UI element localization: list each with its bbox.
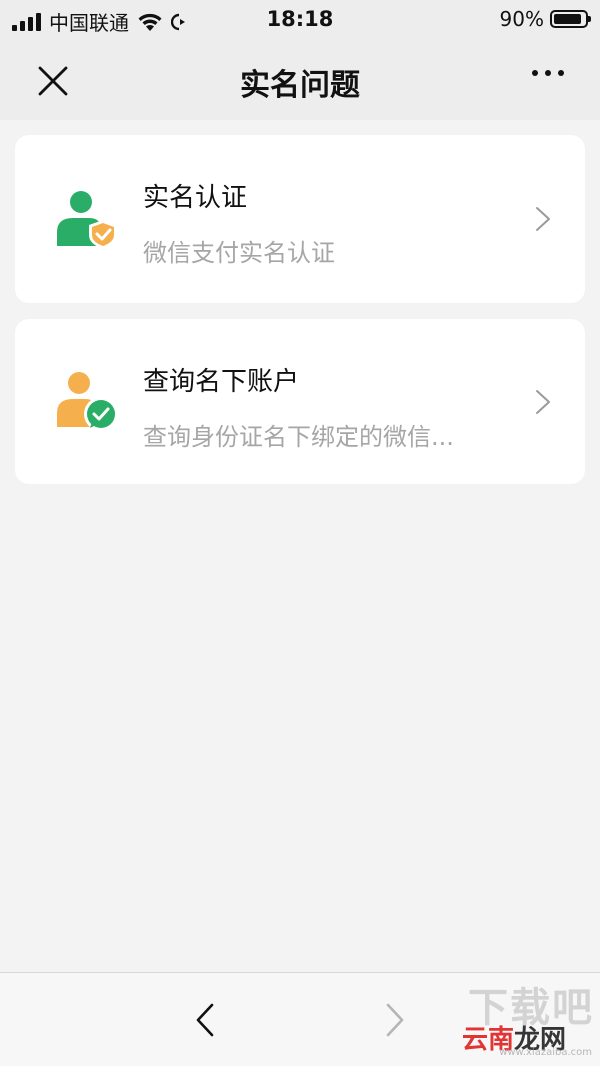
battery-icon (550, 10, 591, 28)
battery-percent: 90% (499, 7, 544, 31)
user-shield-icon (57, 191, 117, 249)
status-bar: 中国联通 18:18 90% (0, 0, 600, 40)
card-real-name-verification[interactable]: 实名认证 微信支付实名认证 (15, 135, 585, 303)
forward-button[interactable] (380, 1001, 410, 1039)
card-query-accounts[interactable]: 查询名下账户 查询身份证名下绑定的微信... (15, 319, 585, 484)
card-subtitle: 查询身份证名下绑定的微信... (143, 423, 454, 451)
more-dot (532, 70, 538, 76)
watermark-url: www.xiazaiba.com (499, 1047, 592, 1058)
page-title: 实名问题 (240, 68, 360, 103)
more-icon[interactable] (532, 70, 564, 76)
nav-bar: 实名问题 (0, 40, 600, 120)
more-dot (545, 70, 551, 76)
chevron-right-icon (536, 390, 550, 414)
chevron-right-icon (536, 207, 550, 231)
back-button[interactable] (190, 1001, 220, 1039)
status-right: 90% (499, 7, 591, 31)
card-subtitle: 微信支付实名认证 (143, 239, 335, 267)
watermark-logo: 下载吧 云南龙网 www.xiazaiba.com (454, 975, 594, 1063)
card-title: 实名认证 (143, 183, 248, 213)
battery-fill (554, 14, 581, 24)
user-wechat-icon (57, 372, 118, 431)
card-title: 查询名下账户 (143, 367, 300, 397)
bottom-toolbar: 下载吧 云南龙网 www.xiazaiba.com (0, 972, 600, 1066)
more-dot (558, 70, 564, 76)
